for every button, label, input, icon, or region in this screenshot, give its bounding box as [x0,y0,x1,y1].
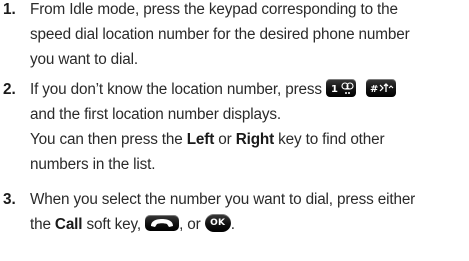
step-1-line-3: you want to dial. [30,51,138,68]
cont-or: or [214,131,236,148]
pound-vibrate-key-icon: # [365,78,396,97]
one-voicemail-key-icon: 1 [325,78,356,97]
send-call-key-icon [145,214,180,231]
ok-key-icon: OK [204,213,231,232]
right-key-label: Right [235,131,275,148]
step-3-line-2: the Call soft key, , or OK. [30,213,235,235]
step-2-line-1: If you don’t know the location number, p… [30,78,396,100]
line2-or: , or [179,216,201,233]
line2-end: . [230,216,235,233]
cont-prefix: You can then press the [30,131,187,148]
step-3-line-1: When you select the number you want to d… [30,191,416,208]
call-soft-key-label: Call [54,216,83,233]
cont-suffix: key to find other [274,131,385,148]
svg-text:#: # [370,84,378,95]
step-2-continuation-line-1: You can then press the Left or Right key… [30,130,385,150]
step-2-continuation-line-2: numbers in the list. [30,156,156,173]
step-1-line-1: From Idle mode, press the keypad corresp… [30,1,398,18]
step-number-1: 1. [3,1,16,18]
line2-mid: soft key, [82,216,141,233]
step-number-3: 3. [3,191,16,208]
step-2-line-2: and the first location number displays. [30,106,281,123]
step-2-text: If you don’t know the location number, p… [30,81,322,98]
left-key-label: Left [186,131,215,148]
line2-prefix: the [30,216,55,233]
svg-text:1: 1 [331,84,338,95]
step-number-2: 2. [3,81,16,98]
step-1-line-2: speed dial location number for the desir… [30,26,410,43]
